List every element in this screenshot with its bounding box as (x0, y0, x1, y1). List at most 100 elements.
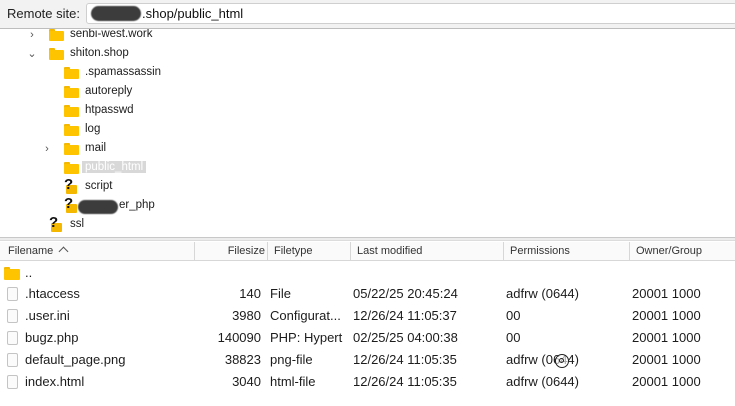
file-icon (7, 331, 18, 345)
file-permissions: 00 (506, 330, 521, 345)
tree-item-label: ssl (70, 218, 85, 230)
file-modified: 12/26/24 11:05:35 (353, 374, 457, 389)
file-list-header: Filename Filesize Filetype Last modified… (0, 242, 735, 261)
tree-item-log[interactable]: log (0, 121, 735, 140)
file-type: PHP: Hypert (270, 330, 343, 345)
column-header-label: Owner/Group (636, 245, 703, 257)
column-header-filename[interactable]: Filename (8, 242, 193, 260)
redaction-mark (78, 200, 118, 214)
unknown-folder-icon: ? (49, 214, 64, 232)
column-header-label: Filename (8, 245, 54, 257)
tree-item-senbi-west-work[interactable]: › senbi-west.work (0, 29, 735, 45)
tree-item-public-html[interactable]: public_html (0, 159, 735, 178)
folder-icon (49, 46, 64, 60)
file-icon (7, 309, 18, 323)
file-owner-group: 20001 1000 (632, 352, 701, 367)
cursor-icon (555, 354, 569, 368)
file-owner-group: 20001 1000 (632, 374, 701, 389)
tree-item-label: senbi-west.work (70, 29, 153, 40)
file-type: Configurat... (270, 308, 341, 323)
table-row[interactable]: .htaccess 140 File 05/22/25 20:45:24 adf… (0, 283, 735, 305)
file-name: .user.ini (25, 308, 70, 323)
tree-item-htpasswd[interactable]: htpasswd (0, 102, 735, 121)
column-header-label: Last modified (357, 245, 423, 257)
file-permissions: 00 (506, 308, 521, 323)
column-header-last-modified[interactable]: Last modified (350, 242, 509, 260)
file-permissions: adfrw (0644) (506, 374, 579, 389)
file-owner-group: 20001 1000 (632, 286, 701, 301)
tree-item-autoreply[interactable]: autoreply (0, 83, 735, 102)
file-icon (7, 375, 18, 389)
table-row[interactable]: index.html 3040 html-file 12/26/24 11:05… (0, 371, 735, 393)
remote-site-label: Remote site: (7, 6, 80, 21)
file-type: File (270, 286, 291, 301)
tree-item-label-selected: public_html (82, 161, 147, 173)
file-size: 3980 (232, 308, 261, 323)
file-owner-group: 20001 1000 (632, 330, 701, 345)
file-icon (7, 287, 18, 301)
folder-icon (4, 265, 20, 280)
table-row[interactable]: bugz.php 140090 PHP: Hypert 02/25/25 04:… (0, 327, 735, 349)
file-name: default_page.png (25, 352, 126, 367)
unknown-folder-icon: ? (64, 176, 79, 194)
table-row[interactable]: .user.ini 3980 Configurat... 12/26/24 11… (0, 305, 735, 327)
sort-ascending-icon (59, 246, 69, 254)
tree-item-mail[interactable]: › mail (0, 140, 735, 159)
column-header-label: Filetype (274, 245, 313, 257)
chevron-down-icon[interactable]: ⌄ (26, 47, 38, 61)
column-header-filesize[interactable]: Filesize (194, 242, 265, 260)
file-owner-group: 20001 1000 (632, 308, 701, 323)
file-modified: 05/22/25 20:45:24 (353, 286, 458, 301)
tree-item-redacted-php[interactable]: ? er_php (0, 195, 735, 216)
tree-item-label: .spamassassin (85, 66, 162, 78)
tree-item-label: log (85, 123, 101, 135)
folder-icon (64, 160, 79, 174)
file-size: 3040 (232, 374, 261, 389)
file-permissions: adfrw (0644) (506, 286, 579, 301)
table-row[interactable]: default_page.png 38823 png-file 12/26/24… (0, 349, 735, 371)
tree-item-label: er_php (119, 199, 155, 211)
parent-directory-row[interactable]: .. (0, 262, 735, 284)
tree-item-label: script (85, 180, 113, 192)
tree-item-spamassassin[interactable]: .spamassassin (0, 64, 735, 83)
unknown-folder-icon: ? (64, 195, 79, 213)
file-name: index.html (25, 374, 85, 389)
tree-item-shiton-shop[interactable]: ⌄ shiton.shop (0, 45, 735, 64)
remote-site-input[interactable]: .shop/public_html (86, 3, 735, 24)
file-modified: 02/25/25 04:00:38 (353, 330, 458, 345)
folder-icon (64, 141, 79, 155)
tree-item-label: autoreply (85, 85, 133, 97)
tree-item-label: htpasswd (85, 104, 134, 116)
file-name: .htaccess (25, 286, 80, 301)
parent-directory-label: .. (25, 265, 33, 280)
chevron-right-icon[interactable]: › (26, 29, 38, 42)
pane-splitter[interactable] (0, 237, 735, 241)
file-modified: 12/26/24 11:05:35 (353, 352, 457, 367)
tree-item-label: mail (85, 142, 107, 154)
folder-icon (64, 122, 79, 136)
folder-icon (64, 84, 79, 98)
folder-icon (64, 65, 79, 79)
remote-directory-tree[interactable]: › senbi-west.work ⌄ shiton.shop .spamass… (0, 29, 735, 236)
column-header-permissions[interactable]: Permissions (503, 242, 634, 260)
column-header-label: Filesize (227, 245, 265, 257)
folder-icon (64, 103, 79, 117)
folder-icon (49, 29, 64, 41)
file-name: bugz.php (25, 330, 79, 345)
column-header-owner-group[interactable]: Owner/Group (629, 242, 735, 260)
remote-site-bar: Remote site: .shop/public_html (0, 0, 735, 29)
column-header-label: Permissions (510, 245, 570, 257)
file-size: 140 (239, 286, 261, 301)
file-icon (7, 353, 18, 367)
redaction-mark (91, 6, 141, 22)
file-modified: 12/26/24 11:05:37 (353, 308, 457, 323)
tree-item-label: shiton.shop (70, 47, 129, 59)
tree-item-ssl[interactable]: ? ssl (0, 214, 735, 235)
remote-path-text: .shop/public_html (142, 6, 244, 21)
file-size: 38823 (224, 352, 261, 367)
file-size: 140090 (217, 330, 261, 345)
column-header-filetype[interactable]: Filetype (267, 242, 356, 260)
tree-item-script[interactable]: ? script (0, 176, 735, 197)
file-type: html-file (270, 374, 316, 389)
chevron-right-icon[interactable]: › (41, 142, 53, 156)
